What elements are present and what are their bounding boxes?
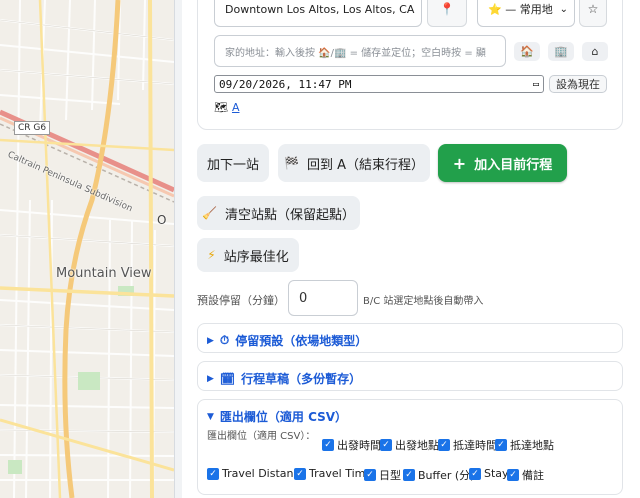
favorites-select[interactable]: ⭐ — 常用地 ⌄ bbox=[477, 0, 575, 27]
export-col-notes[interactable]: ✓ 備註 bbox=[507, 467, 544, 483]
add-next-stop-button[interactable]: 加下一站 bbox=[197, 144, 269, 182]
checkbox-checked-icon: ✓ bbox=[507, 469, 519, 481]
checkbox-label: 抵達時間 bbox=[453, 439, 497, 452]
checkbox-label: 出發時間 bbox=[337, 439, 381, 452]
checkbox-checked-icon: ✓ bbox=[403, 469, 415, 481]
checkbox-checked-icon: ✓ bbox=[495, 439, 507, 451]
checkbox-checked-icon: ✓ bbox=[469, 467, 481, 480]
checkbox-label: 日型 bbox=[379, 469, 401, 482]
address-input[interactable]: Downtown Los Altos, Los Altos, CA bbox=[214, 0, 422, 27]
favorite-star-button[interactable]: ☆ bbox=[579, 0, 607, 27]
broom-icon: 🧹 bbox=[202, 206, 217, 220]
export-columns-header[interactable]: ▼ 匯出欄位（適用 CSV） bbox=[207, 408, 347, 425]
optimize-label: 站序最佳化 bbox=[223, 249, 289, 265]
optimize-order-button[interactable]: ⚡ 站序最佳化 bbox=[197, 238, 299, 272]
chevron-down-icon: ⌄ bbox=[559, 3, 568, 15]
caret-right-icon: ▶ bbox=[207, 373, 214, 384]
checkbox-label: 備註 bbox=[522, 469, 544, 482]
office-icon: 🏢 bbox=[554, 45, 568, 58]
add-to-current-trip-button[interactable]: + 加入目前行程 bbox=[438, 144, 567, 182]
clear-stops-label: 清空站點（保留起點） bbox=[224, 207, 355, 223]
map-view[interactable]: CR G6 Caltrain Peninsula Subdivision Mou… bbox=[0, 0, 174, 498]
timer-icon: ⏱ bbox=[219, 333, 230, 347]
office-button[interactable]: 🏢 bbox=[548, 42, 574, 61]
export-col-depart-place[interactable]: ✓ 出發地點 bbox=[380, 437, 439, 453]
drafts-title: 行程草稿（多份暫存） bbox=[241, 372, 362, 386]
checkbox-label: Stay bbox=[484, 467, 509, 480]
road-shield-label: CR G6 bbox=[14, 121, 51, 135]
house-icon: ⌂ bbox=[591, 45, 599, 58]
locate-button[interactable]: 📍 bbox=[427, 0, 467, 27]
stop-editor-card: Downtown Los Altos, Los Altos, CA 📍 ⭐ — … bbox=[197, 0, 623, 130]
pin-icon: 📍 bbox=[439, 2, 455, 16]
checkbox-checked-icon: ✓ bbox=[207, 467, 219, 480]
stay-presets-title: 停留預設（依場地類型） bbox=[235, 334, 368, 348]
star-icon: ☆ bbox=[587, 2, 599, 16]
map-icon: 🗺 bbox=[214, 101, 228, 114]
map-marker-letter: O bbox=[157, 213, 167, 227]
add-next-label: 加下一站 bbox=[206, 157, 259, 173]
stay-presets-header[interactable]: ▶ ⏱ 停留預設（依場地類型） bbox=[207, 332, 367, 349]
calendar-icon: ▭ bbox=[532, 78, 539, 90]
export-columns-accordion: ▼ 匯出欄位（適用 CSV） 匯出欄位（適用 CSV）： ✓ 出發時間 ✓ 出發… bbox=[197, 399, 623, 495]
set-now-button[interactable]: 設為現在 bbox=[549, 75, 607, 93]
panel-divider[interactable] bbox=[174, 0, 182, 498]
trip-panel: Downtown Los Altos, Los Altos, CA 📍 ⭐ — … bbox=[182, 0, 640, 498]
default-stay-hint: B/C 站選定地點後自動帶入 bbox=[363, 296, 484, 307]
checkbox-label: Buffer (分) bbox=[418, 469, 475, 482]
return-to-a-label: 回到 A（結束行程） bbox=[306, 157, 424, 173]
checkered-flag-icon: 🏁 bbox=[284, 156, 299, 170]
stay-presets-accordion[interactable]: ▶ ⏱ 停留預設（依場地類型） bbox=[197, 323, 623, 353]
export-col-travel-distance[interactable]: ✓ Travel Distance bbox=[207, 467, 306, 480]
home-icon: 🏠 bbox=[520, 45, 534, 58]
checkbox-checked-icon: ✓ bbox=[294, 467, 306, 480]
stop-a-link[interactable]: 🗺 A bbox=[214, 101, 240, 114]
default-stay-input[interactable]: 0 bbox=[288, 280, 358, 316]
export-col-stay[interactable]: ✓ Stay bbox=[469, 467, 509, 480]
lightning-icon: ⚡ bbox=[207, 248, 216, 262]
export-col-buffer[interactable]: ✓ Buffer (分) bbox=[403, 467, 474, 483]
checkbox-checked-icon: ✓ bbox=[380, 439, 392, 451]
return-to-a-button[interactable]: 🏁 回到 A（結束行程） bbox=[278, 144, 430, 182]
favorites-select-value: ⭐ — 常用地 bbox=[488, 3, 553, 16]
checkbox-label: 出發地點 bbox=[395, 439, 439, 452]
export-col-day-type[interactable]: ✓ 日型 bbox=[364, 467, 401, 483]
datetime-value: 09/20/2026, 11:47 PM bbox=[219, 77, 352, 91]
export-columns-label: 匯出欄位（適用 CSV）： bbox=[207, 431, 316, 442]
home-address-input[interactable]: 家的地址：輸入後按 🏠/🏢 = 儲存並定位；空白時按 = 顯 bbox=[214, 35, 506, 67]
stop-a-label: A bbox=[231, 101, 240, 114]
map-tiles bbox=[0, 0, 174, 498]
default-stay-label: 預設停留（分鐘） bbox=[197, 294, 285, 307]
checkbox-label: 抵達地點 bbox=[510, 439, 554, 452]
home-button[interactable]: 🏠 bbox=[514, 42, 540, 61]
export-col-depart-time[interactable]: ✓ 出發時間 bbox=[322, 437, 381, 453]
export-col-arrive-place[interactable]: ✓ 抵達地點 bbox=[495, 437, 554, 453]
datetime-input[interactable]: 09/20/2026, 11:47 PM ▭ bbox=[214, 75, 544, 93]
add-to-current-label: 加入目前行程 bbox=[474, 157, 553, 173]
export-columns-title: 匯出欄位（適用 CSV） bbox=[219, 410, 348, 424]
export-col-arrive-time[interactable]: ✓ 抵達時間 bbox=[438, 437, 497, 453]
drafts-accordion[interactable]: ▶ 🗓 行程草稿（多份暫存） bbox=[197, 361, 623, 391]
house-button[interactable]: ⌂ bbox=[582, 42, 608, 61]
caret-down-icon: ▼ bbox=[207, 411, 214, 422]
caret-right-icon: ▶ bbox=[207, 335, 214, 346]
checkbox-label: Travel Time bbox=[309, 467, 373, 480]
checkbox-checked-icon: ✓ bbox=[322, 439, 334, 451]
checkbox-checked-icon: ✓ bbox=[364, 469, 376, 481]
calendar-icon: 🗓 bbox=[219, 371, 236, 386]
checkbox-checked-icon: ✓ bbox=[438, 439, 450, 451]
clear-stops-button[interactable]: 🧹 清空站點（保留起點） bbox=[197, 196, 360, 230]
export-col-travel-time[interactable]: ✓ Travel Time bbox=[294, 467, 372, 480]
plus-icon: + bbox=[452, 153, 467, 173]
drafts-header[interactable]: ▶ 🗓 行程草稿（多份暫存） bbox=[207, 370, 361, 387]
